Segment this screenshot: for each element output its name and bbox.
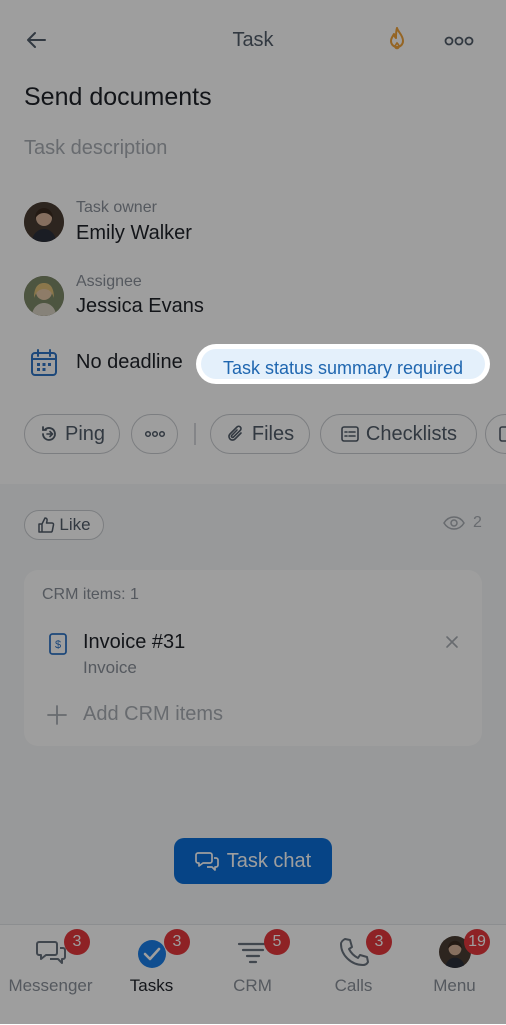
ping-button[interactable]: Ping <box>24 414 120 454</box>
more-dots-icon[interactable] <box>444 34 474 48</box>
next-action-button[interactable] <box>485 414 506 454</box>
add-crm-items-button[interactable]: Add CRM items <box>83 703 223 726</box>
crm-items-header: CRM items: 1 <box>42 586 139 603</box>
chat-bubbles-icon <box>33 934 69 970</box>
menu-badge: 19 <box>464 929 490 955</box>
crm-item-type: Invoice <box>83 658 137 677</box>
thumbs-up-icon <box>37 516 55 534</box>
close-icon[interactable] <box>444 634 460 650</box>
tab-calls[interactable]: 3 Calls <box>303 924 404 1024</box>
eye-icon <box>443 516 465 530</box>
task-description-field[interactable]: Task description <box>24 137 167 160</box>
like-label: Like <box>59 515 91 534</box>
paperclip-icon <box>226 424 246 444</box>
page-title: Task <box>232 29 274 51</box>
action-icon <box>498 424 506 444</box>
tab-menu[interactable]: 19 Menu <box>404 924 505 1024</box>
invoice-icon: $ <box>48 632 68 656</box>
owner-avatar[interactable] <box>24 202 64 242</box>
tab-label: Calls <box>334 976 373 995</box>
views-counter: 2 <box>443 514 482 532</box>
checklists-label: Checklists <box>365 422 458 445</box>
messenger-badge: 3 <box>64 929 90 955</box>
crm-item-title[interactable]: Invoice #31 <box>83 631 185 654</box>
views-count: 2 <box>473 514 482 531</box>
calendar-icon[interactable] <box>29 348 59 378</box>
more-actions-button[interactable] <box>131 414 178 454</box>
tab-tasks[interactable]: 3 Tasks <box>101 924 202 1024</box>
ping-label: Ping <box>64 422 106 445</box>
like-button[interactable]: Like <box>24 510 104 540</box>
tab-label: Menu <box>433 976 476 995</box>
owner-name[interactable]: Emily Walker <box>76 222 192 245</box>
checklists-button[interactable]: Checklists <box>320 414 477 454</box>
ping-icon <box>39 424 59 444</box>
plus-icon[interactable] <box>46 704 68 726</box>
more-dots-icon <box>144 430 166 438</box>
checklist-icon <box>340 424 360 444</box>
tab-label: CRM <box>233 976 272 995</box>
chat-bubbles-icon <box>194 850 219 872</box>
tab-label: Tasks <box>129 976 174 995</box>
hint-text: Task status summary required <box>222 358 464 378</box>
tab-messenger[interactable]: 3 Messenger <box>0 924 101 1024</box>
crm-badge: 5 <box>264 929 290 955</box>
tab-crm[interactable]: 5 CRM <box>202 924 303 1024</box>
assignee-label: Assignee <box>76 273 142 290</box>
task-chat-label: Task chat <box>226 849 312 872</box>
task-status-hint[interactable]: Task status summary required <box>196 344 490 384</box>
deadline-text[interactable]: No deadline <box>76 351 183 374</box>
assignee-name[interactable]: Jessica Evans <box>76 295 204 318</box>
tab-label: Messenger <box>8 976 93 995</box>
files-button[interactable]: Files <box>210 414 310 454</box>
flame-icon[interactable] <box>385 26 409 54</box>
files-label: Files <box>251 422 295 445</box>
divider <box>194 423 196 445</box>
task-title[interactable]: Send documents <box>24 83 212 112</box>
svg-text:$: $ <box>55 639 61 651</box>
tasks-badge: 3 <box>164 929 190 955</box>
calls-badge: 3 <box>366 929 392 955</box>
assignee-avatar[interactable] <box>24 276 64 316</box>
owner-label: Task owner <box>76 199 157 216</box>
task-chat-button[interactable]: Task chat <box>174 838 332 884</box>
